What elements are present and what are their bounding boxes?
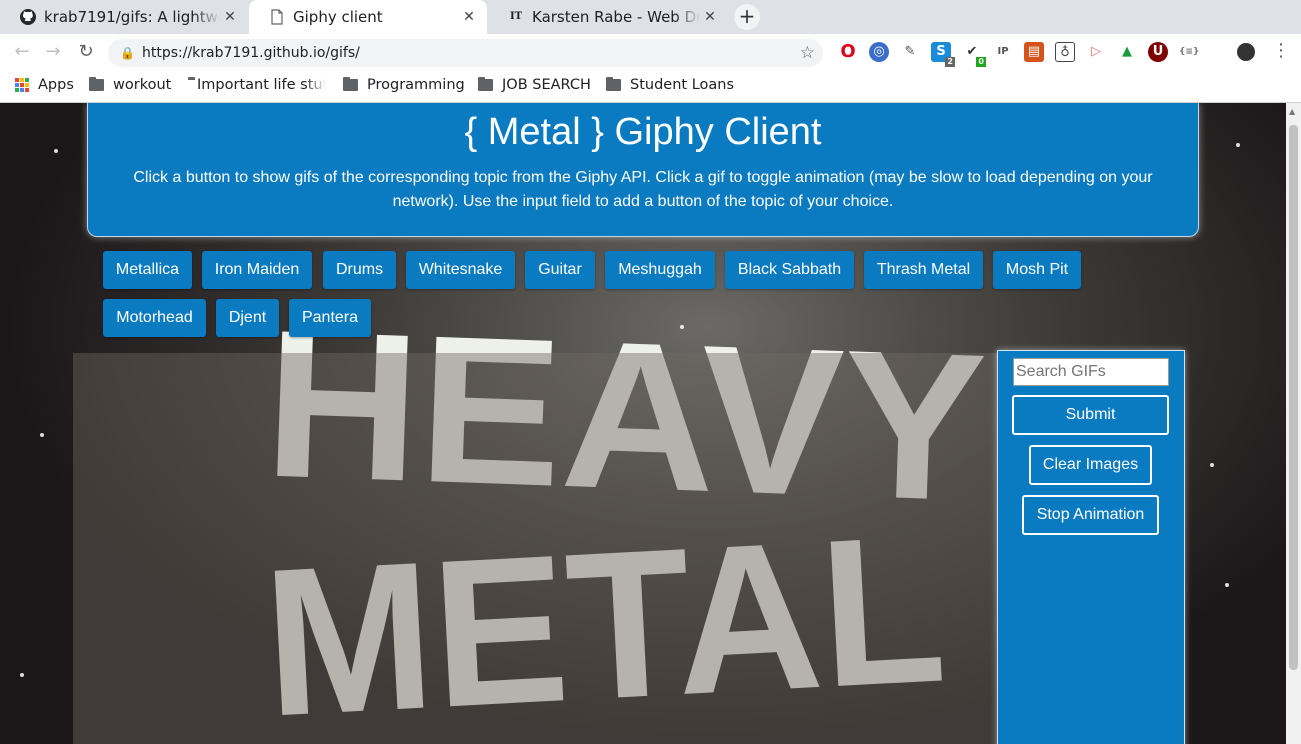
s-extension-icon[interactable]: S2 <box>931 42 955 67</box>
scrollbar-thumb[interactable] <box>1289 125 1298 670</box>
github-icon <box>20 9 36 25</box>
bookmark-label: workout <box>113 77 172 93</box>
ip-icon[interactable]: IP <box>993 42 1013 62</box>
topic-button-drums[interactable]: Drums <box>323 251 396 289</box>
bookmark-job-search[interactable]: JOB SEARCH <box>478 77 591 93</box>
search-input[interactable] <box>1013 358 1169 386</box>
topic-button-metallica[interactable]: Metallica <box>103 251 192 289</box>
bookmark-label: Programming <box>367 77 465 93</box>
badge: 2 <box>945 57 955 67</box>
topic-button-djent[interactable]: Djent <box>216 299 279 337</box>
topic-button-motorhead[interactable]: Motorhead <box>103 299 206 337</box>
bookmark-star-icon[interactable]: ☆ <box>800 39 815 67</box>
page-icon <box>271 9 283 25</box>
star-dot <box>1225 583 1229 587</box>
extensions-bar: O ◎ ✎ S2 ✔ 0 IP ▤ ♁ ▷ ▲ U {≡} <box>838 42 1199 67</box>
it-icon: IT <box>509 11 523 22</box>
bookmark-programming[interactable]: Programming <box>343 77 465 93</box>
back-icon[interactable]: ← <box>10 40 34 64</box>
badge: 0 <box>976 57 986 67</box>
bookmark-apps[interactable]: Apps <box>15 77 74 93</box>
tab-title: Karsten Rabe - Web Developer <box>532 8 700 26</box>
topic-button-pantera[interactable]: Pantera <box>289 299 371 337</box>
browser-toolbar: ← → ↻ 🔒 https://krab7191.github.io/gifs/… <box>0 34 1301 71</box>
control-panel: Submit Clear Images Stop Animation <box>997 350 1185 744</box>
tab-giphy-client[interactable]: Giphy client ✕ <box>249 0 487 34</box>
bookmark-workout[interactable]: workout <box>89 77 171 93</box>
globe-icon[interactable]: ◎ <box>869 42 889 62</box>
tab-title: krab7191/gifs: A lightweight <box>44 8 220 26</box>
star-dot <box>54 149 58 153</box>
submit-button[interactable]: Submit <box>1012 395 1169 435</box>
topic-button-meshuggah[interactable]: Meshuggah <box>605 251 715 289</box>
folder-icon <box>478 77 493 91</box>
ublock-icon[interactable]: U <box>1148 42 1168 62</box>
profile-avatar[interactable] <box>1237 43 1255 61</box>
bookmark-important-life-stuff[interactable]: Important life stuff <box>188 77 326 93</box>
stop-animation-button[interactable]: Stop Animation <box>1022 495 1159 535</box>
json-icon[interactable]: {≡} <box>1179 42 1199 62</box>
topic-button-black-sabbath[interactable]: Black Sabbath <box>725 251 854 289</box>
star-dot <box>20 673 24 677</box>
forward-icon[interactable]: → <box>41 40 65 64</box>
menu-icon[interactable]: ⋮ <box>1272 40 1290 61</box>
topic-button-iron-maiden[interactable]: Iron Maiden <box>202 251 312 289</box>
folder-icon <box>343 77 358 91</box>
orange-extension-icon[interactable]: ▤ <box>1024 42 1044 62</box>
apps-grid-icon <box>15 78 29 92</box>
topic-button-whitesnake[interactable]: Whitesnake <box>406 251 515 289</box>
bookmarks-bar: Apps workout Important life stuff Progra… <box>0 71 1301 103</box>
bookmark-label: Student Loans <box>630 77 735 93</box>
topic-button-guitar[interactable]: Guitar <box>525 251 595 289</box>
scroll-up-icon[interactable]: ▲ <box>1289 107 1295 116</box>
eyedropper-icon[interactable]: ✎ <box>900 42 920 62</box>
star-dot <box>40 433 44 437</box>
topic-button-mosh-pit[interactable]: Mosh Pit <box>993 251 1081 289</box>
address-bar[interactable]: 🔒 https://krab7191.github.io/gifs/ ☆ <box>108 39 823 67</box>
page-scrollbar[interactable]: ▲ <box>1286 103 1301 744</box>
header-jumbotron: { Metal } Giphy Client Click a button to… <box>87 103 1199 237</box>
page-description: Click a button to show gifs of the corre… <box>133 169 1153 210</box>
bookmark-label: Important life stuff <box>197 77 326 93</box>
tab-strip: krab7191/gifs: A lightweight ✕ Giphy cli… <box>0 0 1301 34</box>
close-icon[interactable]: ✕ <box>459 9 479 25</box>
bookmark-student-loans[interactable]: Student Loans <box>606 77 734 93</box>
tab-title: Giphy client <box>293 8 383 26</box>
clear-images-button[interactable]: Clear Images <box>1029 445 1152 485</box>
star-dot <box>1210 463 1214 467</box>
bulb-icon[interactable]: ♁ <box>1055 42 1075 62</box>
topic-button-thrash-metal[interactable]: Thrash Metal <box>864 251 983 289</box>
camera-icon[interactable]: ▷ <box>1086 42 1106 62</box>
tab-karsten-rabe[interactable]: IT Karsten Rabe - Web Developer ✕ <box>488 0 728 34</box>
tab-github[interactable]: krab7191/gifs: A lightweight ✕ <box>0 0 248 34</box>
page-title: { Metal } Giphy Client <box>464 111 822 153</box>
close-icon[interactable]: ✕ <box>700 9 720 25</box>
bookmark-label: JOB SEARCH <box>502 77 591 93</box>
lock-icon: 🔒 <box>120 46 135 60</box>
chart-icon[interactable]: ▲ <box>1117 42 1137 62</box>
page-viewport: HEAVY METAL { Metal } Giphy Client Click… <box>0 103 1286 744</box>
star-dot <box>1236 143 1240 147</box>
close-icon[interactable]: ✕ <box>220 9 240 25</box>
url-text: https://krab7191.github.io/gifs/ <box>142 45 360 61</box>
reload-icon[interactable]: ↻ <box>74 40 98 64</box>
gif-display-area <box>73 353 998 744</box>
folder-icon <box>606 77 621 91</box>
new-tab-button[interactable]: + <box>734 4 760 30</box>
bookmark-label: Apps <box>38 77 74 93</box>
opera-icon[interactable]: O <box>838 42 858 62</box>
folder-icon <box>89 77 104 91</box>
check-extension-icon[interactable]: ✔ 0 <box>962 42 986 67</box>
